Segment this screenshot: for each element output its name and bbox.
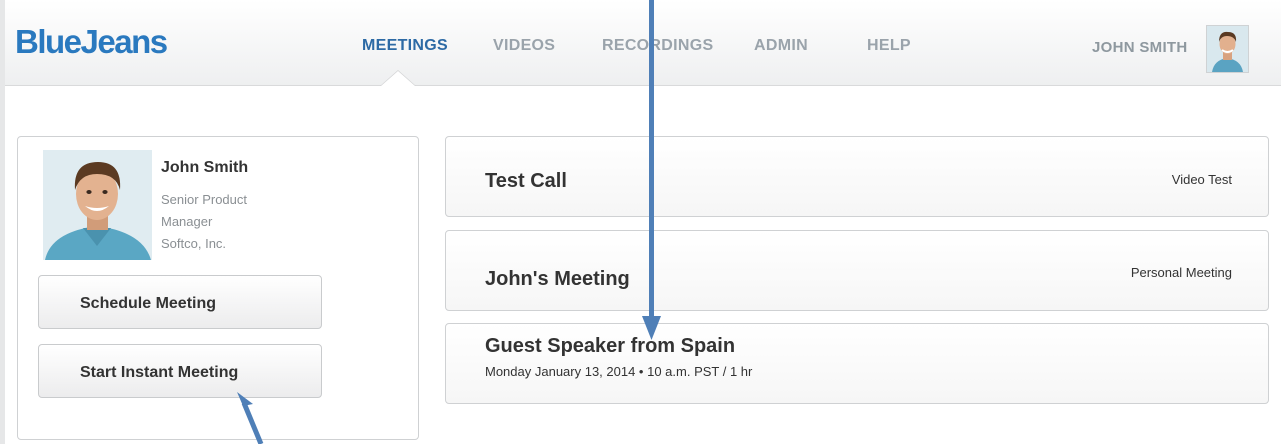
annotation-arrow-down-icon (642, 0, 661, 340)
person-photo-icon (43, 150, 152, 260)
meeting-title: Test Call (485, 170, 567, 192)
header-divider-right (1005, 85, 1281, 86)
meeting-type: Personal Meeting (1130, 265, 1232, 280)
meeting-title: John's Meeting (485, 268, 630, 290)
nav-meetings[interactable]: MEETINGS (362, 37, 448, 55)
annotation-arrow-up-icon (237, 392, 264, 444)
bluejeans-app: BlueJeans MEETINGS VIDEOS RECORDINGS ADM… (5, 0, 1281, 444)
meeting-details: Monday January 13, 2014 • 10 a.m. PST / … (485, 364, 753, 379)
schedule-meeting-button[interactable]: Schedule Meeting (38, 275, 322, 329)
profile-title-line2: Manager (161, 214, 213, 229)
header-divider-left (5, 85, 1005, 86)
meeting-type: Video Test (1171, 172, 1232, 187)
nav-help[interactable]: HELP (867, 37, 911, 55)
nav-videos[interactable]: VIDEOS (493, 37, 555, 55)
nav-admin[interactable]: ADMIN (754, 37, 808, 55)
profile-name: John Smith (161, 159, 249, 176)
meeting-card-johns-meeting[interactable]: John's Meeting Personal Meeting (445, 230, 1269, 311)
user-menu-name[interactable]: JOHN SMITH (1092, 39, 1188, 56)
meeting-title: Guest Speaker from Spain (485, 335, 736, 357)
profile-company: Softco, Inc. (161, 236, 227, 251)
start-instant-meeting-label: Start Instant Meeting (80, 364, 239, 381)
person-avatar-icon[interactable] (1206, 25, 1249, 73)
profile-title-line1: Senior Product (161, 192, 247, 207)
meeting-card-test-call[interactable]: Test Call Video Test (445, 136, 1269, 217)
profile-avatar (43, 150, 152, 260)
person-avatar-small-graphic (1207, 26, 1248, 72)
meeting-card-guest-speaker[interactable]: Guest Speaker from Spain Monday January … (445, 323, 1269, 404)
schedule-meeting-label: Schedule Meeting (80, 295, 217, 312)
active-tab-indicator (381, 71, 415, 86)
start-instant-meeting-button[interactable]: Start Instant Meeting (38, 344, 322, 398)
bluejeans-logo[interactable]: BlueJeans (15, 23, 168, 61)
